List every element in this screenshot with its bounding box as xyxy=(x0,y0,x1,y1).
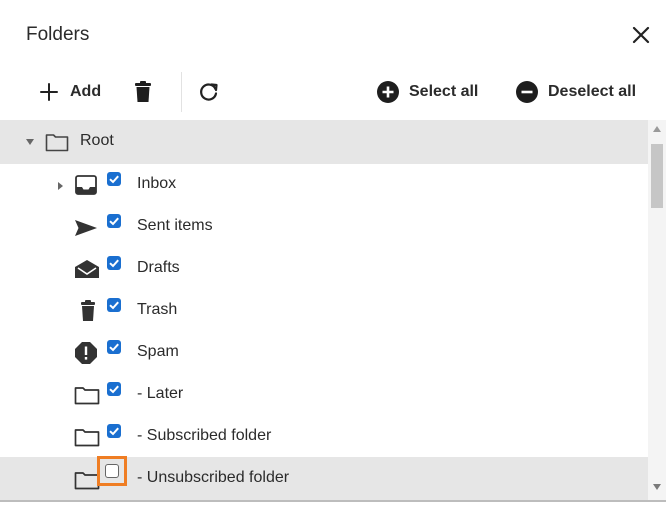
tree-row-root[interactable]: Root xyxy=(0,120,648,164)
dialog-header: Folders xyxy=(0,0,666,66)
deselect-all-button[interactable]: Deselect all xyxy=(515,70,636,114)
folder-tree: Root Inbox Sent items Drafts Trash Spam … xyxy=(0,120,648,500)
select-all-label: Select all xyxy=(409,83,479,100)
dialog-title: Folders xyxy=(26,24,90,45)
tree-row-later[interactable]: - Later xyxy=(0,373,648,417)
tree-row-spam[interactable]: Spam xyxy=(0,331,648,375)
caret-right-icon[interactable] xyxy=(56,180,64,192)
folder-icon xyxy=(74,429,100,447)
caret-down-icon[interactable] xyxy=(24,137,36,147)
tree-label-inbox: Inbox xyxy=(137,175,177,192)
trash-icon xyxy=(81,300,95,321)
tree-label-root: Root xyxy=(80,132,114,149)
minus-circle-icon xyxy=(516,81,538,103)
add-button[interactable]: Add xyxy=(38,70,101,114)
delete-button[interactable] xyxy=(134,70,152,114)
folder-checkbox[interactable] xyxy=(107,424,121,438)
folder-checkbox[interactable] xyxy=(107,256,121,270)
folder-checkbox[interactable] xyxy=(107,172,121,186)
folder-checkbox[interactable] xyxy=(107,298,121,312)
tree-label-sent-items: Sent items xyxy=(137,217,213,234)
toolbar: Add Select all Deselect all xyxy=(0,70,666,114)
tree-label-later: - Later xyxy=(137,385,184,402)
plus-circle-icon xyxy=(377,81,399,103)
tree-label-unsubscribed-folder: - Unsubscribed folder xyxy=(137,469,290,486)
trash-icon xyxy=(135,81,151,102)
refresh-button[interactable] xyxy=(198,70,220,114)
refresh-icon xyxy=(200,83,218,101)
tree-label-trash: Trash xyxy=(137,301,178,318)
folder-icon xyxy=(74,387,100,405)
folder-checkbox[interactable] xyxy=(107,382,121,396)
folder-icon xyxy=(45,134,69,152)
tree-row-sent-items[interactable]: Sent items xyxy=(0,205,648,249)
spam-icon xyxy=(75,342,97,364)
scroll-up-icon[interactable] xyxy=(653,126,661,132)
folder-checkbox[interactable] xyxy=(107,214,121,228)
scrollbar-thumb[interactable] xyxy=(651,144,663,208)
tree-label-drafts: Drafts xyxy=(137,259,180,276)
close-icon[interactable] xyxy=(628,22,654,48)
folder-checkbox[interactable] xyxy=(105,464,119,478)
tree-row-subscribed-folder[interactable]: - Subscribed folder xyxy=(0,415,648,459)
tree-row-drafts[interactable]: Drafts xyxy=(0,247,648,291)
tree-row-unsubscribed-folder[interactable]: - Unsubscribed folder xyxy=(0,456,648,500)
scroll-down-icon[interactable] xyxy=(653,484,661,490)
toolbar-separator xyxy=(181,72,182,112)
folders-dialog: Folders Add Select all Deselect all Root… xyxy=(0,0,666,506)
envelope-open-icon xyxy=(75,260,99,278)
add-button-label: Add xyxy=(70,83,102,100)
bottom-divider xyxy=(0,500,666,502)
send-icon xyxy=(75,220,97,236)
deselect-all-label: Deselect all xyxy=(548,83,637,100)
inbox-icon xyxy=(75,175,97,195)
tree-label-spam: Spam xyxy=(137,343,179,360)
tree-label-subscribed-folder: - Subscribed folder xyxy=(137,427,272,444)
select-all-button[interactable]: Select all xyxy=(376,70,478,114)
folder-checkbox[interactable] xyxy=(107,340,121,354)
plus-icon xyxy=(40,83,58,101)
tree-row-trash[interactable]: Trash xyxy=(0,289,648,333)
tree-row-inbox[interactable]: Inbox xyxy=(0,163,648,207)
vertical-scrollbar[interactable] xyxy=(648,120,666,500)
